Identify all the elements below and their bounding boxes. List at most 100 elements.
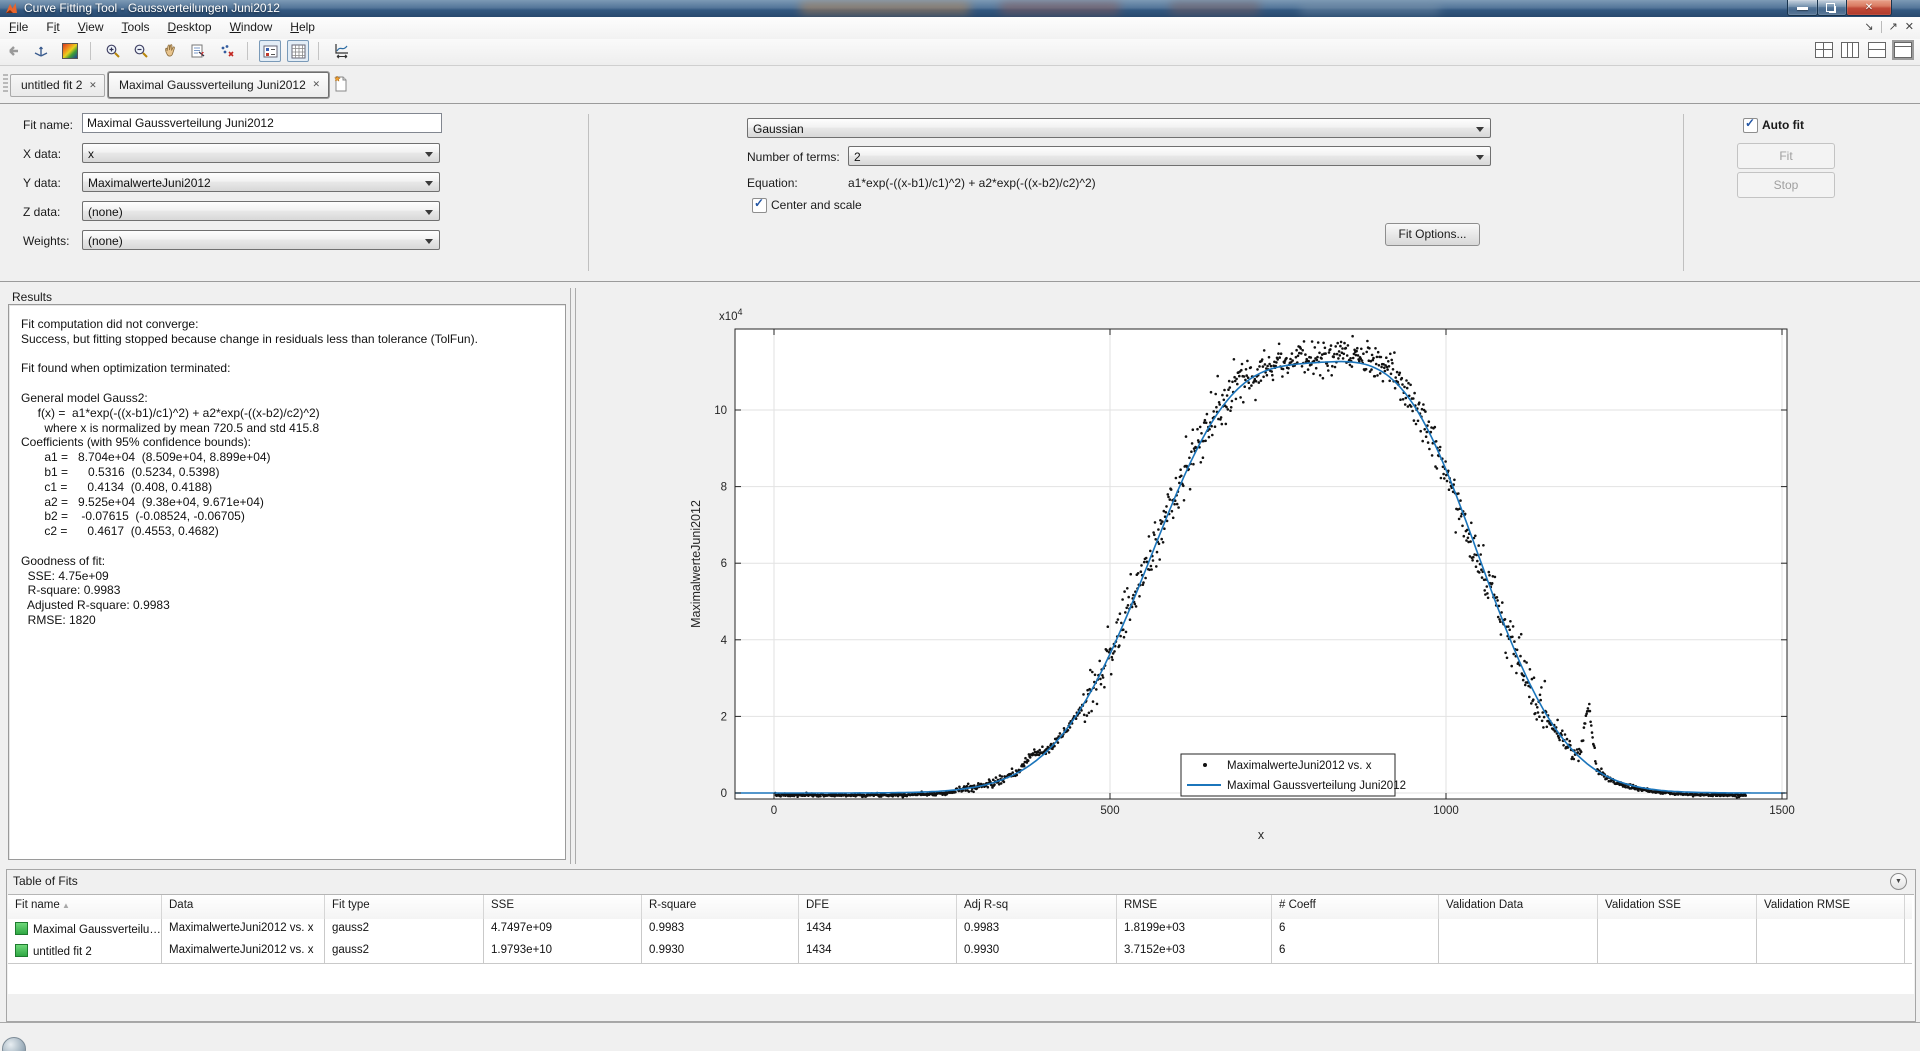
zoom-out-icon[interactable] [130,40,152,62]
exclude-outliers-icon[interactable] [187,40,209,62]
column-header-fit-name[interactable]: Fit name ▲ [8,895,162,919]
toolbar [0,39,1920,66]
column-header-adj-r-sq[interactable]: Adj R-sq [957,895,1117,919]
column-header-rmse[interactable]: RMSE [1117,895,1272,919]
axis-limits-icon[interactable] [330,40,352,62]
menu-window[interactable]: Window [221,17,282,34]
number-of-terms-label: Number of terms: [747,150,840,164]
window-title: Curve Fitting Tool - Gaussverteilungen J… [24,1,280,15]
layout-columns-icon[interactable] [1841,42,1859,58]
column-header--coeff[interactable]: # Coeff [1272,895,1439,919]
results-text: Fit computation did not converge: Succes… [9,305,565,628]
cell--coeff: 6 [1272,919,1439,941]
layout-single-icon[interactable] [1894,42,1912,58]
svg-text:8: 8 [721,482,727,494]
y-axis-label: MaximalwerteJuni2012 [689,500,703,628]
fit-name-label: Fit name: [23,118,73,132]
y-data-dropdown[interactable]: MaximalwerteJuni2012 [82,172,440,192]
fit-type-dropdown[interactable]: Gaussian [747,118,1491,138]
undock-icon[interactable]: ↗ [1889,21,1898,33]
new-fit-icon[interactable] [332,74,350,98]
svg-text:4: 4 [721,635,728,647]
fit-options-button[interactable]: Fit Options... [1385,223,1480,246]
cell-sse: 1.9793e+10 [484,941,642,963]
panel-splitter[interactable] [570,288,571,864]
column-header-data[interactable]: Data [162,895,325,919]
cell-dfe: 1434 [799,941,957,963]
plot-panel: 0500100015000246810x104xMaximalwerteJuni… [578,288,1920,864]
center-and-scale-checkbox[interactable] [752,198,767,213]
column-header-validation-sse[interactable]: Validation SSE [1598,895,1757,919]
layout-rows-icon[interactable] [1868,42,1886,58]
brush-data-icon[interactable] [216,40,238,62]
menubar: FileFitViewToolsDesktopWindowHelp ↘ ↗ ✕ [0,17,1920,40]
cell-r-square: 0.9983 [642,919,799,941]
layout-grid-icon[interactable] [1815,42,1833,58]
tabbar-grip[interactable] [3,74,8,92]
table-of-fits-title: Table of Fits [13,874,78,888]
cell-r-square: 0.9930 [642,941,799,963]
fit-color-icon [15,944,28,957]
menu-view[interactable]: View [69,17,113,34]
auto-fit-checkbox[interactable] [1743,118,1758,133]
svg-text:6: 6 [721,558,727,570]
center-and-scale-label: Center and scale [771,198,862,212]
menu-tools[interactable]: Tools [113,17,159,34]
table-row[interactable]: untitled fit 2MaximalwerteJuni2012 vs. x… [8,941,1912,964]
cell-data: MaximalwerteJuni2012 vs. x [162,941,325,963]
minimize-button[interactable] [1787,0,1818,16]
rotate-3d-icon[interactable] [30,40,52,62]
y-exponent-label: x104 [719,307,743,323]
panel-splitter[interactable] [575,288,576,864]
tab-maximal-gaussverteilung-juni2012[interactable]: Maximal Gaussverteilung Juni2012✕ [108,72,329,98]
restore-button[interactable] [1817,0,1847,16]
back-icon[interactable] [2,40,24,62]
column-header-validation-data[interactable]: Validation Data [1439,895,1598,919]
column-header-r-square[interactable]: R-square [642,895,799,919]
colormap-icon[interactable] [59,40,81,62]
tab-untitled-fit-2[interactable]: untitled fit 2✕ [10,74,105,97]
weights-dropdown[interactable]: (none) [82,230,440,250]
stop-button[interactable]: Stop [1737,172,1835,198]
fit-button[interactable]: Fit [1737,143,1835,169]
tab-close-icon[interactable]: ✕ [311,79,322,90]
results-title: Results [12,290,52,304]
number-of-terms-dropdown[interactable]: 2 [848,146,1491,166]
x-data-dropdown[interactable]: x [82,143,440,163]
column-header-dfe[interactable]: DFE [799,895,957,919]
table-row[interactable]: Maximal Gaussverteilung...MaximalwerteJu… [8,919,1912,942]
column-header-validation-rmse[interactable]: Validation RMSE [1757,895,1905,919]
menu-fit[interactable]: Fit [37,17,68,34]
cell-validation-data [1439,919,1598,941]
background-window-blur [1300,2,1440,14]
titlebar[interactable]: Curve Fitting Tool - Gaussverteilungen J… [0,0,1920,17]
cell-adj-r-sq: 0.9930 [957,941,1117,963]
fit-tabbar: untitled fit 2✕Maximal Gaussverteilung J… [0,66,1920,99]
menu-file[interactable]: File [0,17,37,34]
svg-text:500: 500 [1100,805,1119,817]
fit-plot[interactable]: 0500100015000246810x104xMaximalwerteJuni… [578,288,1920,864]
column-header-sse[interactable]: SSE [484,895,642,919]
pan-icon[interactable] [159,40,181,62]
close-panel-icon[interactable]: ✕ [1905,21,1914,33]
collapse-table-icon[interactable]: ▼ [1890,873,1907,890]
cell-validation-sse [1598,919,1757,941]
zoom-in-icon[interactable] [102,40,124,62]
background-window-blur [1000,2,1120,14]
close-button[interactable]: ✕ [1846,0,1892,16]
tab-close-icon[interactable]: ✕ [87,80,98,91]
menu-desktop[interactable]: Desktop [159,17,221,34]
svg-text:10: 10 [714,405,727,417]
y-data-label: Y data: [23,176,61,190]
auto-fit-label: Auto fit [1762,118,1804,132]
column-header-fit-type[interactable]: Fit type [325,895,484,919]
menu-help[interactable]: Help [281,17,324,34]
z-data-dropdown[interactable]: (none) [82,201,440,221]
grid-toggle-icon[interactable] [287,40,309,62]
legend[interactable]: MaximalwerteJuni2012 vs. xMaximal Gaussv… [1181,754,1406,796]
x-axis-label: x [1258,828,1265,842]
dock-icon[interactable]: ↘ [1864,21,1873,33]
legend-toggle-icon[interactable] [259,40,281,62]
results-box: Fit computation did not converge: Succes… [8,304,566,860]
fit-name-input[interactable] [82,113,442,133]
